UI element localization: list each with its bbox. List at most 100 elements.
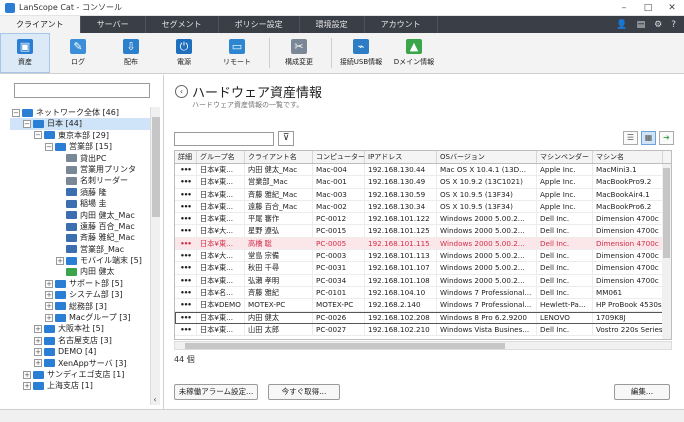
details-button[interactable]: ••• — [175, 164, 197, 176]
toolbar-power-button[interactable]: ⏻ 電源 — [159, 33, 209, 73]
details-button[interactable]: ••• — [175, 225, 197, 237]
alarm-settings-button[interactable]: 未稼働アラーム設定... — [174, 384, 258, 400]
tree-node[interactable]: + サンディエゴ支店 [1] — [10, 369, 150, 380]
toolbar-config-button[interactable]: ✂ 構成変更 — [274, 33, 324, 73]
tree-node[interactable]: 内田 健太_Mac — [10, 210, 150, 221]
details-button[interactable]: ••• — [175, 176, 197, 188]
column-header[interactable]: コンピューター名 — [313, 151, 365, 163]
tree-node[interactable]: 営業用プリンタ — [10, 164, 150, 175]
tree-node[interactable]: − 日本 [44] — [10, 118, 150, 130]
tree-node[interactable]: − ネットワーク全体 [46] — [10, 107, 150, 118]
back-button[interactable]: ‹ — [175, 85, 188, 98]
table-row[interactable]: ••• 日本¥大... 堂島 宗備 PC-0003 192.168.101.113 Win… — [175, 250, 671, 263]
table-vscrollbar[interactable] — [662, 164, 671, 339]
tree-node[interactable]: 貸出PC — [10, 153, 150, 164]
detail-view-button[interactable]: ▦ — [641, 131, 656, 145]
tree-node[interactable]: + 名古屋支店 [3] — [10, 335, 150, 346]
tree-node[interactable]: 須藤 隆 — [10, 187, 150, 198]
column-header[interactable]: グループ名 — [197, 151, 245, 163]
details-button[interactable]: ••• — [175, 311, 197, 323]
tree-scrollbar[interactable] — [150, 107, 160, 405]
table-row[interactable]: ••• 日本¥東... 営業部_Mac Mac-001 192.168.130.49 OS… — [175, 176, 671, 189]
table-row[interactable]: ••• 日本¥東... 遠藤 百合_Mac Mac-002 192.168.130.34… — [175, 200, 671, 214]
close-button[interactable]: ✕ — [660, 0, 684, 16]
table-row[interactable]: ••• 日本¥東... 秋田 千尋 PC-0031 192.168.101.107 Win… — [175, 262, 671, 275]
toolbar-usb-button[interactable]: ⌁ 接続USB情報 — [336, 33, 386, 73]
toolbar-domain-button[interactable]: ▲ Dメイン情報 — [389, 33, 439, 73]
tree-scroll-thumb[interactable] — [152, 117, 160, 217]
tab-0[interactable]: クライアント — [0, 16, 81, 33]
table-row[interactable]: ••• 日本¥東... 高橋 聡 PC-0005 192.168.101.115 Wind… — [175, 237, 671, 251]
expand-toggle-icon[interactable]: + — [45, 279, 53, 288]
table-row[interactable]: ••• 日本¥東... 内田 健太 PC-0026 192.168.102.208 Win… — [175, 311, 671, 324]
calendar-icon[interactable]: ▤ — [637, 20, 646, 30]
list-view-button[interactable]: ☰ — [623, 131, 638, 145]
table-row[interactable]: ••• 日本¥名... 斉藤 雅紀 PC-0101 192.168.104.10 Wind… — [175, 286, 671, 300]
tab-4[interactable]: 環境設定 — [300, 16, 365, 33]
details-button[interactable]: ••• — [175, 213, 197, 225]
fetch-now-button[interactable]: 今すぐ取得... — [268, 384, 340, 400]
expand-toggle-icon[interactable]: + — [34, 359, 42, 368]
tree-node[interactable]: + サポート部 [5] — [10, 278, 150, 289]
export-button[interactable]: ➔ — [659, 131, 674, 145]
table-row[interactable]: ••• 日本¥東... 山田 太郎 PC-0027 192.168.102.210 Win… — [175, 323, 671, 337]
tree-node[interactable]: 内田 健太 — [10, 266, 150, 277]
tree-node[interactable]: − 東京本部 [29] — [10, 130, 150, 141]
expand-toggle-icon[interactable]: + — [34, 325, 42, 334]
gear-icon[interactable]: ⚙ — [654, 20, 662, 30]
expand-toggle-icon[interactable]: − — [34, 131, 42, 140]
table-vscroll-thumb[interactable] — [663, 168, 670, 258]
tree-node[interactable]: + モバイル端末 [5] — [10, 255, 150, 266]
details-button[interactable]: ••• — [175, 237, 197, 250]
details-button[interactable]: ••• — [175, 286, 197, 299]
column-header[interactable]: 詳細 — [175, 151, 197, 163]
tree-node[interactable]: + 大阪本社 [5] — [10, 323, 150, 334]
tree-node[interactable]: 遠藤 百合_Mac — [10, 221, 150, 232]
details-button[interactable]: ••• — [175, 188, 197, 200]
tree-node[interactable]: + システム部 [3] — [10, 289, 150, 300]
expand-toggle-icon[interactable]: + — [23, 370, 31, 379]
tree-search-input[interactable] — [14, 83, 150, 98]
details-button[interactable]: ••• — [175, 299, 197, 311]
expand-toggle-icon[interactable]: + — [23, 382, 31, 391]
table-row[interactable]: ••• 日本¥東... 斉藤 雅紀_Mac Mac-003 192.168.130.59… — [175, 188, 671, 201]
expand-toggle-icon[interactable]: + — [34, 347, 42, 356]
tree-node[interactable]: + XenAppサーバ [3] — [10, 358, 150, 369]
expand-toggle-icon[interactable]: − — [12, 108, 20, 117]
details-button[interactable]: ••• — [175, 262, 197, 274]
details-button[interactable]: ••• — [175, 323, 197, 336]
tree-node[interactable]: + 総務部 [3] — [10, 301, 150, 312]
expand-toggle-icon[interactable]: + — [45, 302, 53, 311]
user-icon[interactable]: 👤 — [616, 20, 627, 30]
expand-toggle-icon[interactable]: + — [34, 336, 42, 345]
column-header[interactable]: IPアドレス — [365, 151, 437, 163]
expand-toggle-icon[interactable]: − — [23, 120, 31, 129]
tree-node[interactable]: 稲場 圭 — [10, 198, 150, 209]
tree-node[interactable]: 斉藤 雅紀_Mac — [10, 232, 150, 243]
details-button[interactable]: ••• — [175, 200, 197, 213]
table-hscroll-thumb[interactable] — [185, 343, 505, 349]
help-icon[interactable]: ? — [671, 20, 676, 30]
column-header[interactable]: マシン名 — [593, 151, 663, 163]
maximize-button[interactable]: □ — [636, 0, 660, 16]
expand-toggle-icon[interactable]: + — [45, 290, 53, 299]
table-row[interactable]: ••• 日本¥大... 星野 遵弘 PC-0015 192.168.101.125 Win… — [175, 225, 671, 238]
tree-node[interactable]: + 上海支店 [1] — [10, 380, 150, 391]
toolbar-log-button[interactable]: ✎ ログ — [53, 33, 103, 73]
toolbar-remote-button[interactable]: ▭ リモート — [212, 33, 262, 73]
details-button[interactable]: ••• — [175, 250, 197, 262]
tab-2[interactable]: セグメント — [146, 16, 219, 33]
expand-toggle-icon[interactable]: + — [56, 256, 64, 265]
minimize-button[interactable]: – — [612, 0, 636, 16]
tree-node[interactable]: + DEMO [4] — [10, 346, 150, 357]
tree-node[interactable]: 営業部_Mac — [10, 244, 150, 255]
expand-toggle-icon[interactable]: + — [45, 313, 53, 322]
toolbar-asset-button[interactable]: ▣ 資産 — [0, 33, 50, 73]
table-row[interactable]: ••• 日本¥東... 平尾 審作 PC-0012 192.168.101.122 Win… — [175, 213, 671, 226]
grid-search-input[interactable] — [174, 132, 274, 146]
table-row[interactable]: ••• 日本¥東... 内田 健太_Mac Mac-004 192.168.130.44… — [175, 164, 671, 177]
column-header[interactable]: OSバージョン — [437, 151, 537, 163]
table-row[interactable]: ••• 日本¥DEMO MOTEX-PC MOTEX-PC 192.168.2.140 W… — [175, 299, 671, 312]
tab-3[interactable]: ポリシー設定 — [219, 16, 300, 33]
details-button[interactable]: ••• — [175, 274, 197, 286]
